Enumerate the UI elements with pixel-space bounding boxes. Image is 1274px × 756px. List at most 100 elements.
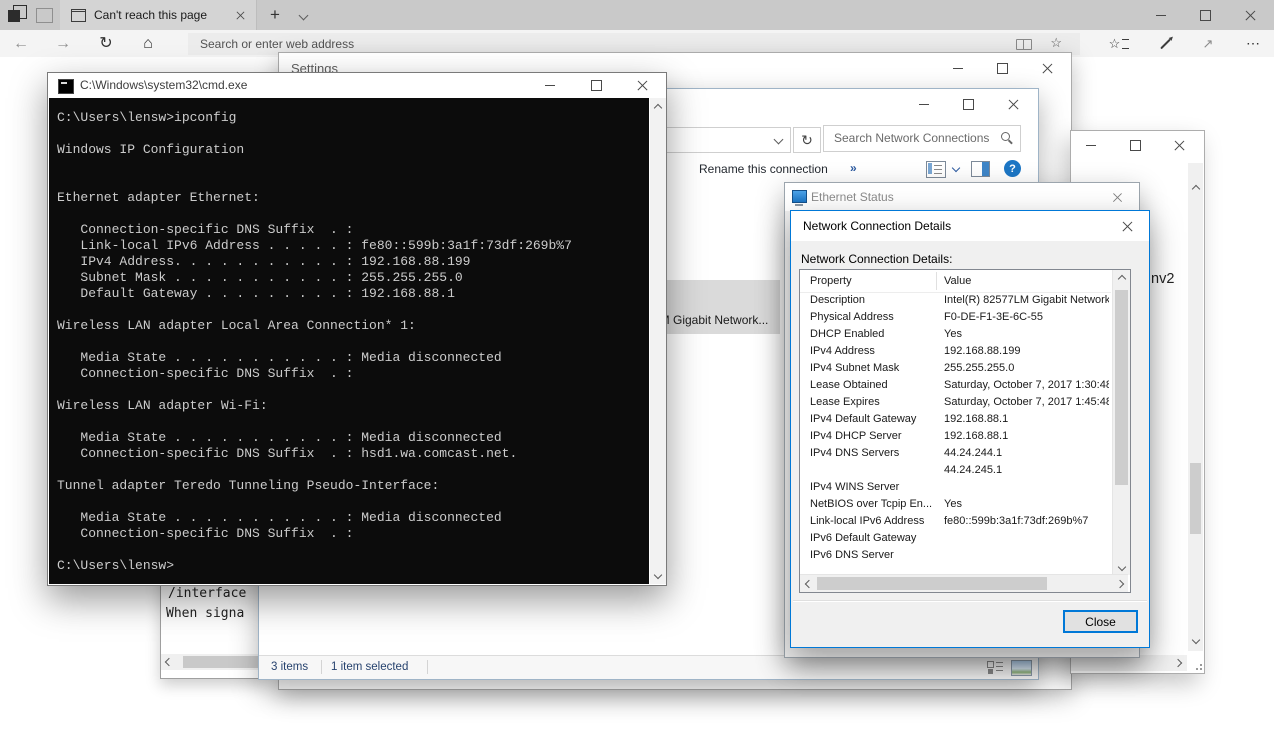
details-view-icon[interactable]: [987, 660, 1001, 675]
back-icon[interactable]: ←: [6, 30, 36, 57]
refresh-icon[interactable]: ↻: [91, 30, 121, 57]
scroll-left-icon[interactable]: [165, 658, 173, 666]
details-listview[interactable]: Property Value DescriptionIntel(R) 82577…: [799, 269, 1131, 593]
right-minimize-button[interactable]: [1069, 131, 1113, 159]
details-row[interactable]: Lease ExpiresSaturday, October 7, 2017 1…: [800, 394, 1111, 411]
listview-header[interactable]: Property Value: [800, 270, 1111, 293]
scroll-right-icon[interactable]: [1112, 576, 1127, 591]
edge-maximize-button[interactable]: [1183, 0, 1228, 30]
details-row[interactable]: NetBIOS over Tcpip En...Yes: [800, 496, 1111, 513]
details-row[interactable]: Link-local IPv6 Addressfe80::599b:3a1f:7…: [800, 513, 1111, 530]
cmd-close-button[interactable]: [619, 73, 665, 98]
more-options-icon[interactable]: ⋯: [1238, 30, 1268, 57]
listview-vertical-scrollbar[interactable]: [1112, 270, 1130, 575]
value-column-header[interactable]: Value: [944, 275, 971, 287]
console-body[interactable]: C:\Users\lensw>ipconfigWindows IP Config…: [49, 98, 649, 584]
details-row[interactable]: DescriptionIntel(R) 82577LM Gigabit Netw…: [800, 292, 1111, 309]
horizontal-scrollbar[interactable]: [161, 654, 265, 670]
tab-close-icon[interactable]: [236, 11, 245, 20]
details-row[interactable]: IPv6 Default Gateway: [800, 530, 1111, 547]
tabs-preview-icon[interactable]: [36, 8, 53, 23]
value-cell: Intel(R) 82577LM Gigabit Network Connect…: [944, 294, 1109, 306]
scroll-down-icon[interactable]: [1114, 559, 1129, 574]
close-button[interactable]: Close: [1063, 610, 1138, 633]
scroll-up-icon[interactable]: [1188, 181, 1203, 196]
edge-close-button[interactable]: [1228, 0, 1273, 30]
details-row[interactable]: Physical AddressF0-DE-F1-3E-6C-55: [800, 309, 1111, 326]
home-icon[interactable]: ⌂: [133, 30, 163, 57]
console-line: [57, 542, 649, 558]
scrollbar-thumb[interactable]: [817, 577, 1047, 590]
forward-icon[interactable]: →: [48, 30, 78, 57]
scrollbar-thumb[interactable]: [1115, 290, 1128, 485]
change-view-icon[interactable]: [926, 161, 946, 178]
scroll-down-icon[interactable]: [1188, 632, 1203, 647]
explorer-search-input[interactable]: Search Network Connections: [823, 125, 1021, 152]
details-row[interactable]: 44.24.245.1: [800, 462, 1111, 479]
web-note-pen-icon[interactable]: [1150, 30, 1180, 57]
property-column-header[interactable]: Property: [810, 275, 852, 287]
listview-horizontal-scrollbar[interactable]: [800, 574, 1128, 592]
cmd-minimize-button[interactable]: [527, 73, 573, 98]
ethernet-status-title-bar[interactable]: Ethernet Status: [785, 183, 1139, 211]
details-row[interactable]: Lease ObtainedSaturday, October 7, 2017 …: [800, 377, 1111, 394]
browser-tab[interactable]: Can't reach this page: [60, 0, 257, 30]
tab-list-chevron-icon[interactable]: [299, 11, 309, 21]
settings-maximize-button[interactable]: [980, 53, 1025, 83]
dialog-close-button[interactable]: [1106, 211, 1148, 241]
explorer-maximize-button[interactable]: [946, 89, 991, 119]
cmd-maximize-button[interactable]: [573, 73, 619, 98]
rename-connection-command[interactable]: Rename this connection: [699, 162, 828, 176]
details-row[interactable]: IPv4 Subnet Mask255.255.255.0: [800, 360, 1111, 377]
view-dropdown-chevron-icon[interactable]: [952, 164, 960, 172]
favorites-star-icon[interactable]: ☆: [1050, 35, 1062, 51]
settings-close-button[interactable]: [1025, 53, 1070, 83]
scroll-down-icon[interactable]: [650, 567, 665, 582]
combobox-chevron-icon[interactable]: [774, 135, 784, 145]
details-row[interactable]: IPv4 Default Gateway192.168.88.1: [800, 411, 1111, 428]
address-refresh-icon[interactable]: ↻: [793, 127, 821, 153]
scrollbar-thumb[interactable]: [1190, 463, 1201, 534]
vertical-scrollbar[interactable]: [1188, 163, 1203, 651]
help-icon[interactable]: ?: [1004, 160, 1021, 177]
large-icons-view-icon[interactable]: [1011, 660, 1032, 676]
tab-title: Can't reach this page: [94, 8, 231, 22]
scroll-up-icon[interactable]: [1114, 271, 1129, 286]
scroll-right-icon[interactable]: [1170, 655, 1185, 670]
details-row[interactable]: IPv4 Address192.168.88.199: [800, 343, 1111, 360]
settings-minimize-button[interactable]: [935, 53, 980, 83]
preview-pane-icon[interactable]: [971, 161, 990, 177]
scroll-left-icon[interactable]: [801, 576, 816, 591]
dialog-title-bar[interactable]: Network Connection Details: [791, 211, 1149, 241]
details-row[interactable]: IPv4 DNS Servers44.24.244.1: [800, 445, 1111, 462]
cmd-title-bar[interactable]: C:\Windows\system32\cmd.exe: [48, 73, 666, 98]
hub-icon[interactable]: ☆: [1104, 30, 1134, 57]
explorer-close-button[interactable]: [991, 89, 1036, 119]
right-maximize-button[interactable]: [1113, 131, 1157, 159]
command-prompt-window: C:\Windows\system32\cmd.exe C:\Users\len…: [47, 72, 667, 586]
explorer-minimize-button[interactable]: [901, 89, 946, 119]
right-close-button[interactable]: [1157, 131, 1201, 159]
column-divider[interactable]: [936, 272, 937, 290]
items-count-label: 3 items: [271, 661, 308, 673]
console-line: [57, 494, 649, 510]
console-scrollbar[interactable]: [650, 98, 666, 584]
details-row[interactable]: IPv4 WINS Server: [800, 479, 1111, 496]
search-placeholder: Search Network Connections: [834, 131, 989, 145]
scrollbar-thumb[interactable]: [183, 656, 263, 668]
page-text-fragment: nv2: [1151, 271, 1174, 287]
details-row[interactable]: DHCP EnabledYes: [800, 326, 1111, 343]
explorer-window-controls: [901, 89, 1036, 119]
set-tabs-aside-icon[interactable]: [8, 5, 26, 23]
details-row[interactable]: IPv4 DHCP Server192.168.88.1: [800, 428, 1111, 445]
new-tab-button[interactable]: +: [262, 0, 288, 30]
command-overflow-chevron[interactable]: »: [850, 161, 857, 175]
share-icon[interactable]: ↗: [1193, 30, 1223, 57]
edge-minimize-button[interactable]: [1138, 0, 1183, 30]
details-row[interactable]: IPv6 DNS Server: [800, 547, 1111, 564]
resize-grip[interactable]: [1192, 660, 1202, 670]
dialog-controls: [1106, 211, 1148, 241]
scroll-up-icon[interactable]: [650, 100, 665, 115]
reading-view-icon[interactable]: [1016, 39, 1032, 50]
ethernet-status-close-button[interactable]: [1096, 183, 1138, 211]
